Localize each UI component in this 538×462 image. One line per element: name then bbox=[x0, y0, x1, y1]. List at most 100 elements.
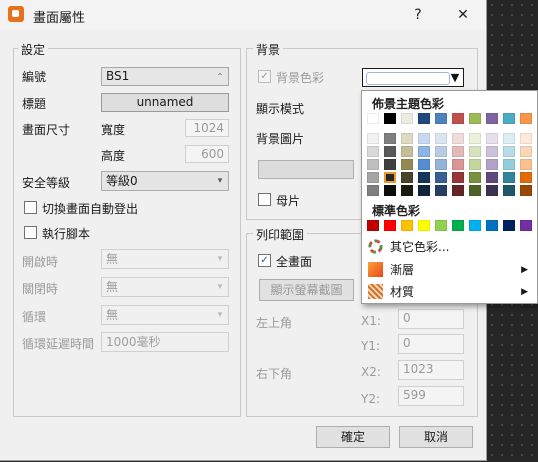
theme-color-swatch[interactable] bbox=[401, 133, 413, 144]
theme-color-swatch[interactable] bbox=[503, 146, 515, 157]
theme-color-swatch[interactable] bbox=[486, 113, 498, 124]
theme-color-swatch[interactable] bbox=[486, 185, 498, 196]
theme-color-swatch[interactable] bbox=[520, 159, 532, 170]
height-field[interactable]: 600 bbox=[185, 145, 229, 163]
theme-color-swatch[interactable] bbox=[469, 185, 481, 196]
width-field[interactable]: 1024 bbox=[185, 119, 229, 137]
theme-color-swatch[interactable] bbox=[384, 172, 396, 183]
theme-color-swatch[interactable] bbox=[486, 159, 498, 170]
theme-color-swatch[interactable] bbox=[486, 146, 498, 157]
theme-color-swatch[interactable] bbox=[367, 146, 379, 157]
theme-color-swatch[interactable] bbox=[435, 185, 447, 196]
bg-image-path-field[interactable] bbox=[258, 160, 354, 179]
loop-delay-field[interactable]: 1000毫秒 bbox=[101, 332, 229, 352]
theme-color-swatch[interactable] bbox=[435, 146, 447, 157]
show-capture-button[interactable]: 顯示螢幕截圖 bbox=[259, 279, 354, 301]
theme-color-swatch[interactable] bbox=[384, 133, 396, 144]
security-level-select[interactable]: 等級0 ▾ bbox=[101, 171, 229, 191]
more-colors-item[interactable]: 其它色彩... bbox=[363, 236, 536, 258]
theme-color-swatch[interactable] bbox=[367, 185, 379, 196]
theme-color-swatch[interactable] bbox=[418, 159, 430, 170]
theme-color-swatch[interactable] bbox=[452, 113, 464, 124]
ok-button[interactable]: 確定 bbox=[316, 426, 390, 448]
theme-color-swatch[interactable] bbox=[384, 113, 396, 124]
standard-color-swatch[interactable] bbox=[418, 220, 430, 231]
theme-color-swatch[interactable] bbox=[520, 113, 532, 124]
theme-color-swatch[interactable] bbox=[469, 146, 481, 157]
theme-color-swatch[interactable] bbox=[503, 113, 515, 124]
theme-color-swatch[interactable] bbox=[452, 172, 464, 183]
full-screen-checkbox[interactable]: ✓ bbox=[258, 254, 271, 267]
theme-color-swatch[interactable] bbox=[384, 185, 396, 196]
theme-color-swatch[interactable] bbox=[401, 172, 413, 183]
title-field[interactable]: unnamed bbox=[101, 93, 229, 112]
theme-color-swatch[interactable] bbox=[435, 133, 447, 144]
standard-color-swatch[interactable] bbox=[469, 220, 481, 231]
theme-color-swatch[interactable] bbox=[384, 146, 396, 157]
theme-color-swatch[interactable] bbox=[435, 172, 447, 183]
x1-field[interactable]: 0 bbox=[398, 309, 464, 329]
standard-color-swatch[interactable] bbox=[435, 220, 447, 231]
texture-item[interactable]: 材質 ▶ bbox=[363, 281, 536, 303]
theme-color-swatch[interactable] bbox=[503, 159, 515, 170]
theme-color-swatch[interactable] bbox=[452, 159, 464, 170]
x2-field[interactable]: 1023 bbox=[398, 360, 464, 380]
standard-color-swatch[interactable] bbox=[503, 220, 515, 231]
theme-color-swatch[interactable] bbox=[520, 133, 532, 144]
theme-color-swatch[interactable] bbox=[367, 133, 379, 144]
on-open-select[interactable]: 無 ▾ bbox=[101, 249, 229, 269]
theme-color-swatch[interactable] bbox=[452, 133, 464, 144]
theme-color-swatch[interactable] bbox=[452, 146, 464, 157]
theme-color-swatch[interactable] bbox=[452, 185, 464, 196]
theme-color-swatch[interactable] bbox=[367, 159, 379, 170]
standard-color-swatch[interactable] bbox=[520, 220, 532, 231]
theme-color-swatch[interactable] bbox=[401, 159, 413, 170]
gradient-item[interactable]: 漸層 ▶ bbox=[363, 259, 536, 281]
standard-color-swatch[interactable] bbox=[384, 220, 396, 231]
auto-logout-checkbox[interactable] bbox=[24, 201, 37, 214]
theme-color-swatch[interactable] bbox=[367, 113, 379, 124]
bg-color-picker[interactable]: ▼ bbox=[362, 68, 464, 87]
theme-color-swatch[interactable] bbox=[520, 185, 532, 196]
theme-color-swatch[interactable] bbox=[469, 172, 481, 183]
theme-color-swatch[interactable] bbox=[418, 133, 430, 144]
help-button[interactable]: ? bbox=[407, 4, 429, 26]
y2-field[interactable]: 599 bbox=[398, 386, 464, 406]
theme-color-swatch[interactable] bbox=[469, 113, 481, 124]
theme-color-swatch[interactable] bbox=[384, 159, 396, 170]
y1-field[interactable]: 0 bbox=[398, 334, 464, 354]
theme-color-swatch[interactable] bbox=[503, 133, 515, 144]
theme-color-swatch[interactable] bbox=[435, 159, 447, 170]
theme-color-swatch[interactable] bbox=[401, 146, 413, 157]
theme-color-swatch[interactable] bbox=[486, 133, 498, 144]
standard-color-swatch[interactable] bbox=[486, 220, 498, 231]
theme-color-swatch[interactable] bbox=[418, 172, 430, 183]
bg-color-checkbox[interactable]: ✓ bbox=[258, 70, 271, 83]
on-close-select[interactable]: 無 ▾ bbox=[101, 277, 229, 297]
standard-color-swatch[interactable] bbox=[452, 220, 464, 231]
theme-color-swatch[interactable] bbox=[469, 159, 481, 170]
theme-color-swatch[interactable] bbox=[418, 185, 430, 196]
theme-color-swatch[interactable] bbox=[367, 172, 379, 183]
close-icon[interactable]: ✕ bbox=[452, 4, 474, 26]
standard-color-swatch[interactable] bbox=[401, 220, 413, 231]
theme-color-swatch[interactable] bbox=[469, 133, 481, 144]
theme-color-swatch[interactable] bbox=[435, 113, 447, 124]
theme-color-swatch[interactable] bbox=[520, 172, 532, 183]
standard-color-swatch[interactable] bbox=[367, 220, 379, 231]
theme-color-swatch[interactable] bbox=[520, 146, 532, 157]
id-field[interactable]: BS1 ⌃ bbox=[101, 67, 229, 86]
theme-color-swatch[interactable] bbox=[503, 172, 515, 183]
spin-up-icon[interactable]: ⌃ bbox=[212, 68, 228, 85]
theme-color-swatch[interactable] bbox=[503, 185, 515, 196]
master-checkbox[interactable] bbox=[258, 193, 271, 206]
run-macro-checkbox[interactable] bbox=[24, 226, 37, 239]
theme-color-swatch[interactable] bbox=[418, 113, 430, 124]
theme-color-swatch[interactable] bbox=[418, 146, 430, 157]
cancel-button[interactable]: 取消 bbox=[399, 426, 473, 448]
theme-color-swatch[interactable] bbox=[401, 113, 413, 124]
theme-color-swatch[interactable] bbox=[401, 185, 413, 196]
loop-select[interactable]: 無 ▾ bbox=[101, 305, 229, 325]
theme-color-swatch[interactable] bbox=[486, 172, 498, 183]
id-value: BS1 bbox=[106, 69, 130, 83]
